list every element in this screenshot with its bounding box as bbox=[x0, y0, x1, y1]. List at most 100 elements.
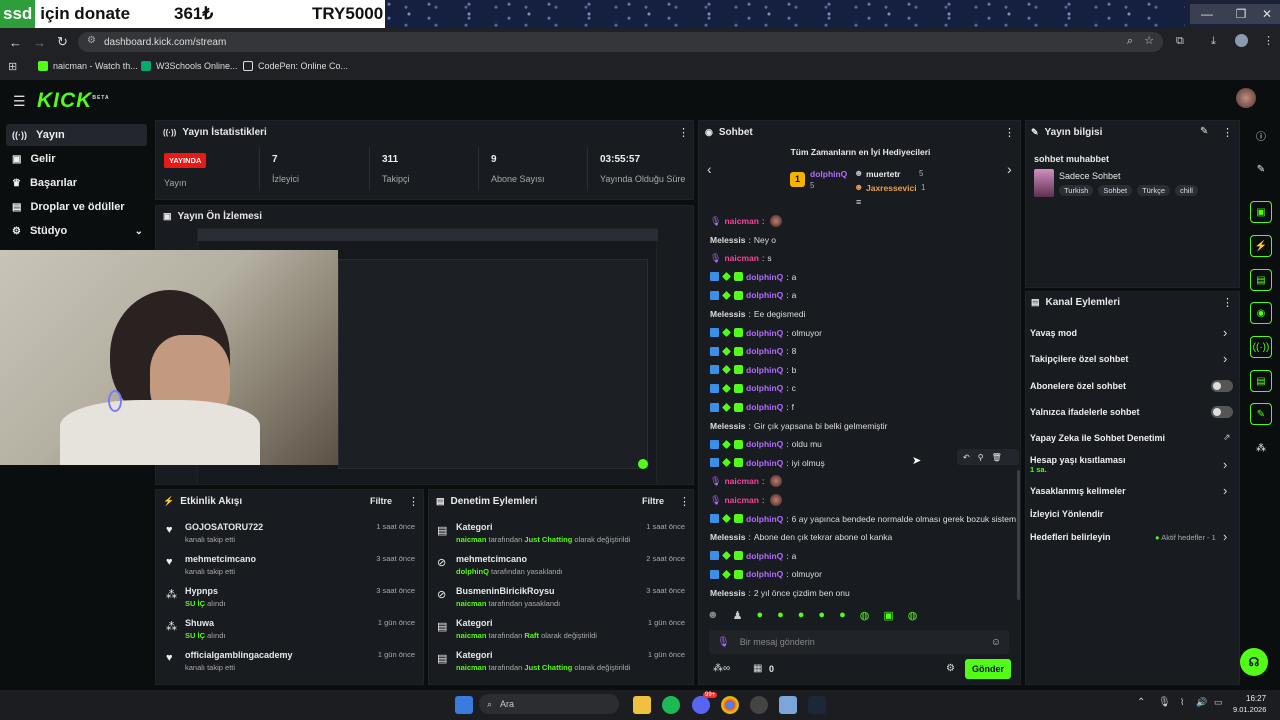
gift-box-icon[interactable]: ▦ bbox=[753, 663, 762, 674]
chevron-right-icon[interactable]: › bbox=[1223, 457, 1227, 472]
moderation-actor[interactable]: naicman bbox=[456, 535, 486, 544]
send-button[interactable]: Gönder bbox=[965, 659, 1011, 679]
chat-username[interactable]: dolphinQ bbox=[746, 514, 783, 524]
moderation-target[interactable]: mehmetcimcano bbox=[456, 554, 527, 564]
discord-icon[interactable] bbox=[692, 696, 710, 714]
emote-icon[interactable]: ● bbox=[839, 609, 846, 622]
chat-username[interactable]: dolphinQ bbox=[746, 458, 783, 468]
spotify-icon[interactable] bbox=[662, 696, 680, 714]
activity-user[interactable]: Hypnps bbox=[185, 586, 218, 596]
emote-icon[interactable]: ● bbox=[798, 609, 805, 622]
more-menu-icon[interactable]: ⋮ bbox=[1004, 126, 1015, 139]
chat-username[interactable]: dolphinQ bbox=[746, 328, 783, 338]
moderation-target[interactable]: BusmeninBiricikRoysu bbox=[456, 586, 555, 596]
more-menu-icon[interactable]: ⋮ bbox=[1222, 126, 1233, 139]
chat-username[interactable]: naicman bbox=[724, 216, 759, 226]
user-avatar[interactable] bbox=[1236, 88, 1256, 108]
moderation-filter-button[interactable]: Filtre bbox=[642, 496, 664, 506]
chat-username[interactable]: Melessis bbox=[710, 532, 745, 542]
emoji-icon[interactable]: ☺ bbox=[991, 637, 1001, 648]
file-explorer-icon[interactable] bbox=[633, 696, 651, 714]
chevron-left-icon[interactable]: ‹ bbox=[707, 161, 712, 177]
preview-rail-icon[interactable]: ▣ bbox=[1250, 201, 1272, 223]
actions-rail-icon[interactable]: ▤ bbox=[1250, 370, 1272, 392]
emote-icon[interactable]: ● bbox=[756, 609, 763, 622]
windows-start-icon[interactable] bbox=[455, 696, 473, 714]
more-menu-icon[interactable]: ⋮ bbox=[408, 495, 419, 508]
activity-user[interactable]: GOJOSATORU722 bbox=[185, 522, 263, 532]
emote-icon[interactable]: ◍ bbox=[860, 609, 870, 622]
chat-username[interactable]: Melessis bbox=[710, 421, 745, 431]
bookmark-star-icon[interactable]: ☆ bbox=[1144, 34, 1154, 47]
pin-icon[interactable]: ⚲ bbox=[978, 453, 984, 462]
emote-icon[interactable]: ● bbox=[777, 609, 784, 622]
followers-only-item[interactable]: Takipçilere özel sohbet bbox=[1030, 354, 1128, 364]
chat-rail-icon[interactable]: ◉ bbox=[1250, 302, 1272, 324]
maximize-button[interactable]: ❐ bbox=[1224, 4, 1258, 24]
bookmark-codepen[interactable]: CodePen: Online Co... bbox=[243, 61, 348, 71]
edit-icon[interactable]: ✎ bbox=[1200, 126, 1208, 137]
chat-settings-icon[interactable]: ⚙ bbox=[946, 663, 955, 674]
volume-icon[interactable]: 🔊 bbox=[1196, 697, 1207, 708]
site-info-icon[interactable]: ⚙ bbox=[87, 35, 96, 46]
chat-username[interactable]: Melessis bbox=[710, 588, 745, 598]
kick-logo[interactable]: KICKBETA bbox=[37, 89, 110, 113]
top-gifter-3-name[interactable]: Jaxressevici bbox=[866, 183, 917, 193]
zoom-icon[interactable]: ⌕ bbox=[1127, 35, 1133, 48]
apps-grid-icon[interactable]: ⊞ bbox=[8, 60, 17, 73]
broadcast-rail-icon[interactable]: ((·)) bbox=[1250, 336, 1272, 358]
moderation-actor[interactable]: dolphinQ bbox=[456, 567, 489, 576]
wrench-rail-icon[interactable]: ✎ bbox=[1250, 403, 1272, 425]
lightning-rail-icon[interactable]: ⚡ bbox=[1250, 235, 1272, 257]
chat-username[interactable]: dolphinQ bbox=[746, 383, 783, 393]
account-age-item[interactable]: Hesap yaşı kısıtlaması bbox=[1030, 455, 1126, 465]
rewards-icon[interactable]: ⁂∞ bbox=[713, 663, 730, 674]
moderation-rail-icon[interactable]: ▤ bbox=[1250, 269, 1272, 291]
chevron-right-icon[interactable]: › bbox=[1223, 483, 1227, 498]
obs-icon[interactable] bbox=[750, 696, 768, 714]
more-menu-icon[interactable]: ⋮ bbox=[679, 495, 690, 508]
chevron-right-icon[interactable]: › bbox=[1007, 161, 1012, 177]
moderation-actor[interactable]: naicman bbox=[456, 663, 486, 672]
extensions-icon[interactable]: ⧉ bbox=[1176, 35, 1184, 48]
emote-icon[interactable]: ♟ bbox=[733, 609, 743, 622]
profile-avatar[interactable] bbox=[1235, 34, 1248, 47]
sidebar-item-droplar[interactable]: ▤ Droplar ve ödüller bbox=[6, 196, 147, 218]
wifi-icon[interactable]: ⌇ bbox=[1180, 697, 1184, 708]
address-bar[interactable]: ⚙ dashboard.kick.com/stream ⌕ ☆ bbox=[78, 32, 1163, 52]
chevron-down-icon[interactable]: ⌄ bbox=[135, 226, 143, 237]
delete-icon[interactable]: 🗑 bbox=[992, 453, 1002, 462]
browser-menu-icon[interactable]: ⋮ bbox=[1263, 34, 1274, 47]
slow-mode-item[interactable]: Yavaş mod bbox=[1030, 328, 1077, 338]
moderation-actor[interactable]: naicman bbox=[456, 599, 486, 608]
sidebar-item-gelir[interactable]: ▣ Gelir bbox=[6, 148, 147, 170]
emotes-only-toggle[interactable] bbox=[1211, 406, 1233, 418]
collapse-icon[interactable]: ≡ bbox=[856, 197, 861, 207]
emote-icon[interactable]: ● bbox=[818, 609, 825, 622]
hamburger-menu-icon[interactable]: ☰ bbox=[13, 93, 26, 110]
activity-filter-button[interactable]: Filtre bbox=[370, 496, 392, 506]
more-menu-icon[interactable]: ⋮ bbox=[678, 126, 689, 139]
more-menu-icon[interactable]: ⋮ bbox=[1222, 296, 1233, 309]
pencil-icon[interactable]: ✎ bbox=[1250, 158, 1272, 180]
app-icon[interactable] bbox=[779, 696, 797, 714]
chat-username[interactable]: dolphinQ bbox=[746, 272, 783, 282]
bookmark-kick[interactable]: naicman - Watch th... bbox=[38, 61, 138, 71]
moderation-target[interactable]: Kategori bbox=[456, 522, 493, 532]
emote-icon[interactable]: ▣ bbox=[883, 609, 893, 622]
chat-scrollbar[interactable] bbox=[1017, 470, 1020, 600]
chat-username[interactable]: dolphinQ bbox=[746, 402, 783, 412]
top-gifter-1-name[interactable]: dolphinQ bbox=[810, 169, 847, 179]
chat-username[interactable]: dolphinQ bbox=[746, 365, 783, 375]
steam-icon[interactable] bbox=[808, 696, 826, 714]
chat-username[interactable]: dolphinQ bbox=[746, 346, 783, 356]
back-icon[interactable]: ← bbox=[9, 35, 22, 50]
emote-icon[interactable]: ☻ bbox=[707, 609, 719, 622]
chat-username[interactable]: dolphinQ bbox=[746, 290, 783, 300]
chat-username[interactable]: naicman bbox=[724, 495, 759, 505]
ai-moderation-item[interactable]: Yapay Zeka ile Sohbet Denetimi bbox=[1030, 433, 1165, 443]
moderation-target[interactable]: Kategori bbox=[456, 618, 493, 628]
microphone-icon[interactable]: 🎙 bbox=[1158, 697, 1171, 708]
taskbar-search[interactable]: ⌕ Ara bbox=[479, 694, 619, 714]
chat-username[interactable]: dolphinQ bbox=[746, 551, 783, 561]
